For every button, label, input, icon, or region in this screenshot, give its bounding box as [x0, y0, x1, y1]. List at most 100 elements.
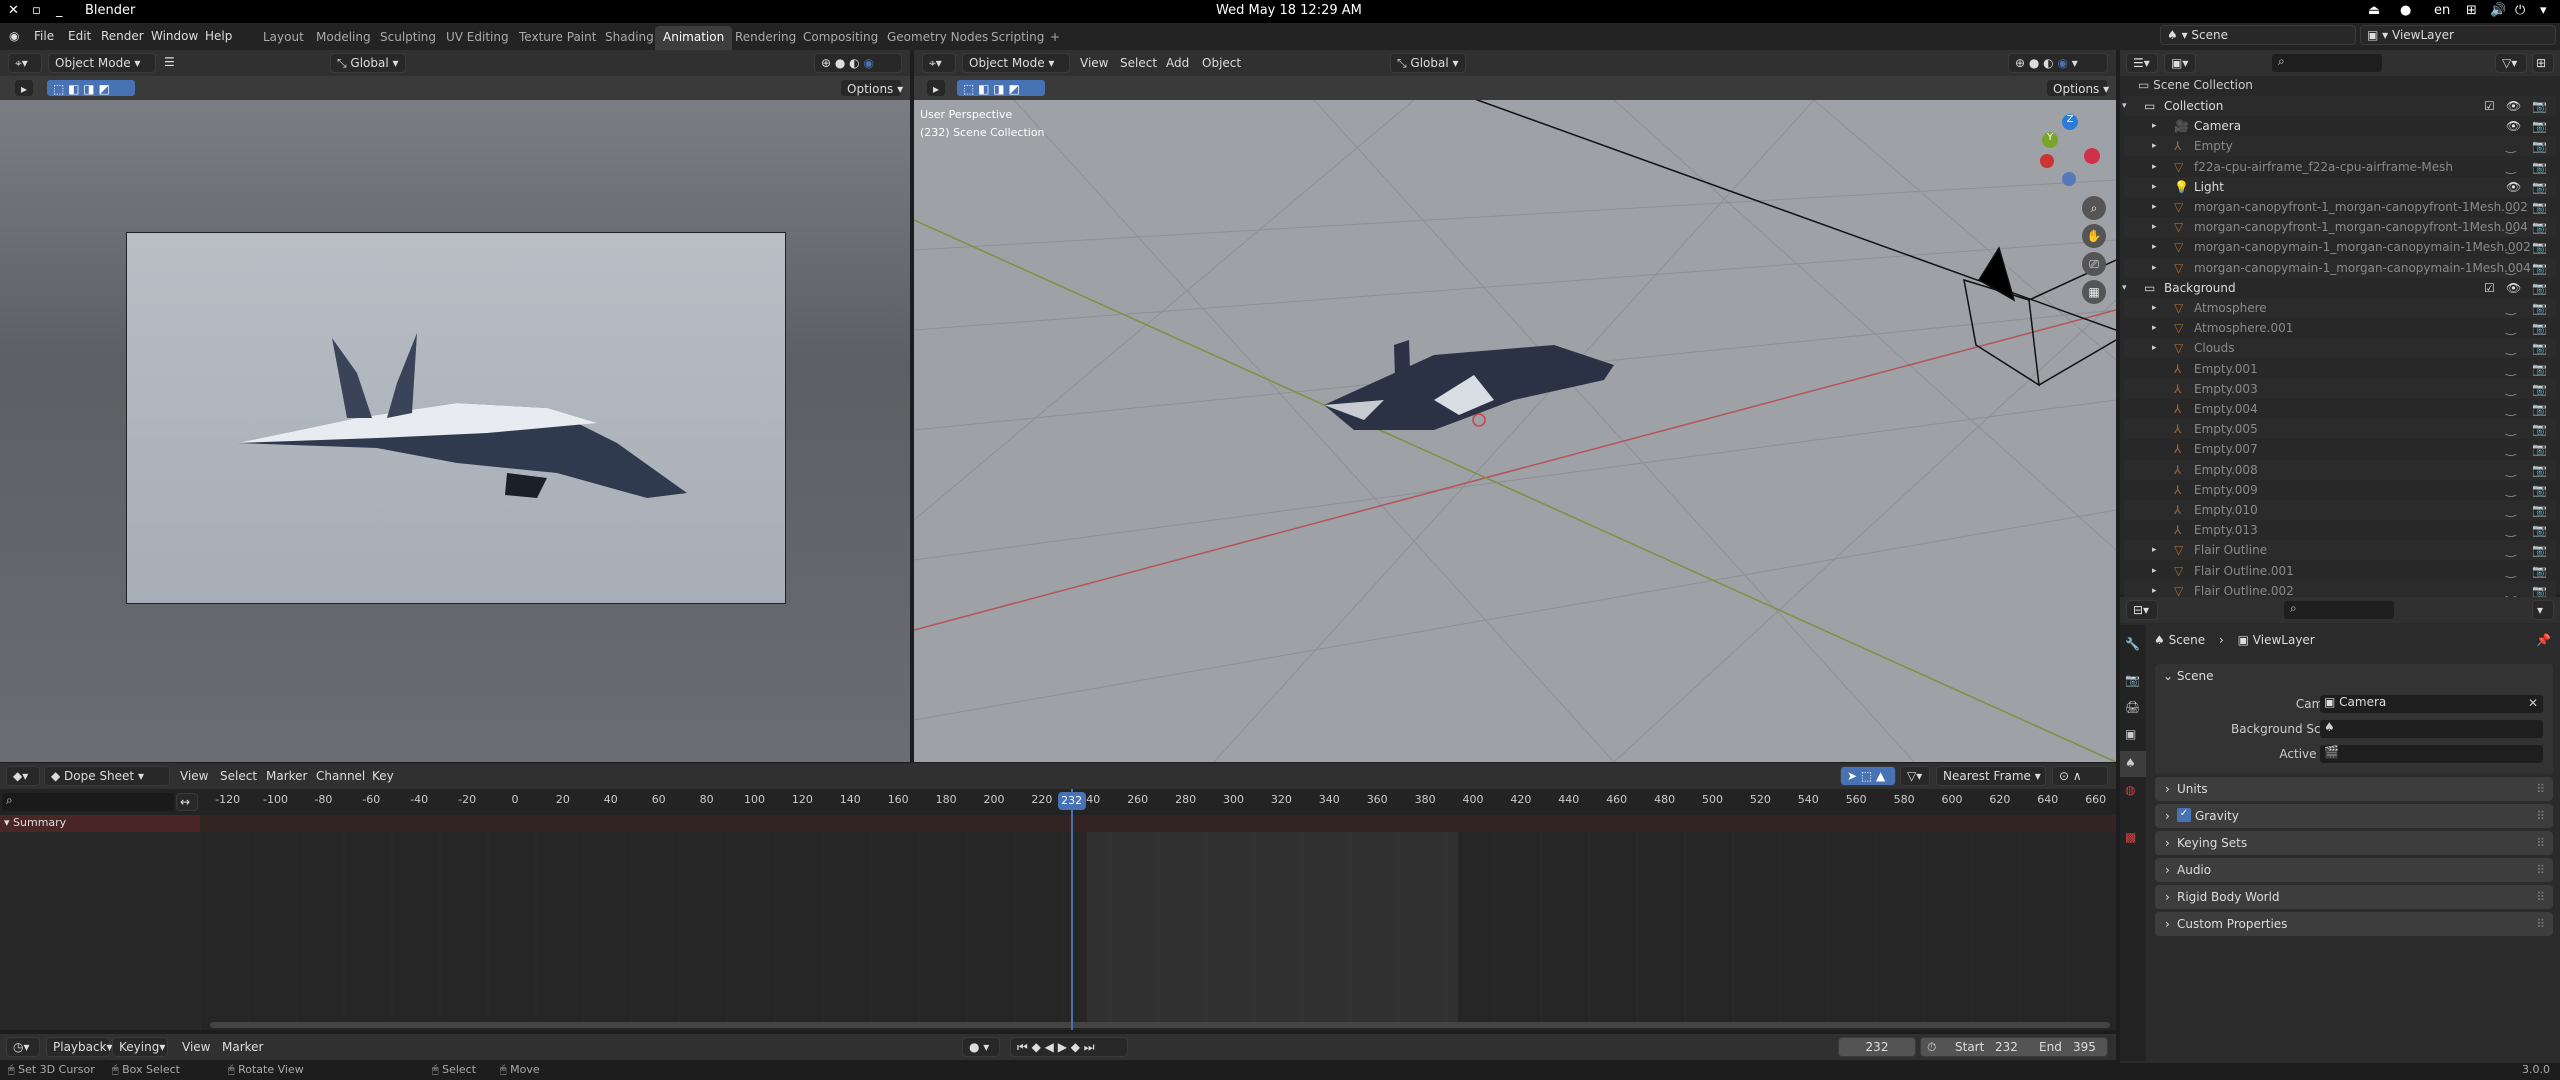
- render-camera-icon[interactable]: 📷: [2532, 564, 2547, 578]
- expand-arrow-icon[interactable]: ▸: [2152, 323, 2157, 333]
- blender-logo-icon[interactable]: ◉: [9, 29, 19, 43]
- render-camera-icon[interactable]: 📷: [2532, 523, 2547, 537]
- panel-custom-properties[interactable]: › Custom Properties ⠿: [2155, 912, 2553, 936]
- properties-search-input[interactable]: ⌕: [2284, 601, 2394, 619]
- navigation-gizmo[interactable]: Z Y: [2034, 110, 2104, 190]
- 3d-viewport[interactable]: User Perspective (232) Scene Collection …: [914, 100, 2116, 762]
- gizmo-x-negative[interactable]: [2084, 148, 2100, 164]
- tab-animation[interactable]: Animation: [655, 26, 733, 50]
- outliner-row[interactable]: ▸ 🎥 Camera 👁 📷: [2124, 116, 2556, 136]
- volume-icon[interactable]: 🔊: [2490, 3, 2506, 18]
- frame-ruler[interactable]: -120 -100 -80 -60 -40 -20 0 20 40 60 80 100 120 140 16…: [200, 789, 2116, 815]
- hidden-eye-icon[interactable]: ‿: [2506, 422, 2516, 436]
- drag-handle-icon[interactable]: ⠿: [2536, 863, 2545, 877]
- expand-arrow-icon[interactable]: ▸: [2152, 121, 2157, 131]
- menu-help[interactable]: Help: [205, 29, 232, 43]
- zoom-icon[interactable]: ⌕: [2082, 196, 2106, 220]
- expand-arrow-icon[interactable]: ▸: [2152, 303, 2157, 313]
- hidden-eye-icon[interactable]: ‿: [2506, 261, 2516, 275]
- keying-dropdown[interactable]: Keying▾: [112, 1037, 168, 1057]
- frame-range[interactable]: ⏱ Start 232 End 395: [1920, 1037, 2108, 1057]
- scene-collection-row[interactable]: ▭ Scene Collection: [2138, 78, 2253, 92]
- render-camera-icon[interactable]: 📷: [2532, 402, 2547, 416]
- editor-type-icon[interactable]: ◆▾: [6, 766, 40, 786]
- eye-icon[interactable]: 👁: [2506, 99, 2521, 113]
- shading-buttons[interactable]: ⊕ ● ◐ ◉ ▾: [2008, 53, 2108, 73]
- view-layer-icon[interactable]: ▣▾: [2164, 53, 2196, 73]
- hidden-eye-icon[interactable]: ‿: [2506, 160, 2516, 174]
- render-camera-icon[interactable]: 📷: [2532, 584, 2547, 598]
- outliner-search-input[interactable]: ⌕: [2272, 54, 2382, 72]
- render-camera-icon[interactable]: 📷: [2532, 220, 2547, 234]
- view-layer-tab-icon[interactable]: ▣: [2125, 727, 2136, 741]
- options-button[interactable]: Options ▾: [2046, 79, 2109, 97]
- options-button[interactable]: Options ▾: [840, 79, 903, 97]
- panel-audio[interactable]: › Audio ⠿: [2155, 858, 2553, 882]
- outliner-row[interactable]: ▸ ⅄ Empty ‿ 📷: [2124, 136, 2556, 157]
- panel-keying-sets[interactable]: › Keying Sets ⠿: [2155, 831, 2553, 855]
- outliner-row[interactable]: ▸ ▽ morgan-canopymain-1_morgan-canopymain-…: [2124, 237, 2556, 257]
- tool-toggle[interactable]: ▸: [14, 79, 34, 97]
- expand-arrow-icon[interactable]: ▸: [2152, 202, 2157, 212]
- render-camera-icon[interactable]: 📷: [2532, 543, 2547, 557]
- outliner-row[interactable]: ▾ ▭ Collection ☑ 👁 📷: [2122, 96, 2556, 116]
- hamburger-menu-icon[interactable]: ☰: [164, 55, 175, 69]
- outliner-row[interactable]: ⅄ Empty.007 ‿ 📷: [2124, 439, 2556, 459]
- outliner-row[interactable]: ▸ ▽ Flair Outline ‿ 📷: [2124, 540, 2556, 561]
- display-mode-icon[interactable]: ☰▾: [2126, 53, 2158, 73]
- menu-window[interactable]: Window: [151, 29, 198, 43]
- shading-buttons[interactable]: ⊕ ● ◐ ◉: [814, 53, 902, 73]
- outliner-row[interactable]: ⅄ Empty.004 ‿ 📷: [2124, 399, 2556, 419]
- render-camera-icon[interactable]: 📷: [2532, 301, 2547, 315]
- drag-handle-icon[interactable]: ⠿: [2536, 917, 2545, 931]
- playhead[interactable]: 232: [1057, 789, 1086, 1030]
- camera-viewport[interactable]: [0, 100, 910, 762]
- expand-arrow-icon[interactable]: ▸: [2152, 545, 2157, 555]
- menu-view[interactable]: View: [182, 1040, 210, 1054]
- render-camera-icon[interactable]: 📷: [2532, 200, 2547, 214]
- options-chevron[interactable]: ▾: [2532, 600, 2554, 620]
- network-icon[interactable]: ⊞: [2466, 3, 2477, 18]
- filter-icon[interactable]: ▽▾: [2495, 53, 2527, 73]
- gizmo-z-negative[interactable]: [2062, 172, 2076, 186]
- outliner-row[interactable]: ▸ ▽ morgan-canopyfront-1_morgan-canopyfron…: [2124, 197, 2556, 217]
- expand-arrow-icon[interactable]: ▸: [2152, 222, 2157, 232]
- hidden-eye-icon[interactable]: ‿: [2506, 200, 2516, 214]
- gizmo-z[interactable]: Z: [2062, 114, 2078, 130]
- outliner-row[interactable]: ▸ 💡 Light 👁 📷: [2124, 176, 2556, 197]
- close-icon[interactable]: ✕: [8, 3, 19, 18]
- menu-marker[interactable]: Marker: [222, 1040, 263, 1054]
- pan-hand-icon[interactable]: ✋: [2082, 224, 2106, 248]
- outliner-row[interactable]: ⅄ Empty.013 ‿ 📷: [2124, 520, 2556, 540]
- background-scene-field[interactable]: ♠: [2320, 720, 2543, 738]
- eye-icon[interactable]: 👁: [2506, 180, 2521, 194]
- gizmo-y[interactable]: Y: [2042, 132, 2058, 148]
- outliner-row[interactable]: ▸ ▽ f22a-cpu-airframe_f22a-cpu-airframe-Me…: [2124, 157, 2556, 177]
- render-camera-icon[interactable]: 📷: [2532, 442, 2547, 456]
- disc-icon[interactable]: ●: [2400, 3, 2411, 18]
- auto-keying-toggle[interactable]: ● ▾: [962, 1037, 1000, 1057]
- expand-arrow-icon[interactable]: ▸: [2152, 566, 2157, 576]
- keyframe-area[interactable]: [200, 832, 2116, 1030]
- panel-rigid-body-world[interactable]: › Rigid Body World ⠿: [2155, 885, 2553, 909]
- tab-layout[interactable]: Layout: [255, 26, 312, 50]
- scene-selector[interactable]: ♠ ▾ Scene: [2160, 25, 2356, 45]
- current-frame-indicator[interactable]: 232: [1057, 792, 1086, 810]
- render-camera-icon[interactable]: 📷: [2532, 341, 2547, 355]
- outliner-row[interactable]: ⅄ Empty.010 ‿ 📷: [2124, 500, 2556, 520]
- menu-object[interactable]: Object: [1202, 56, 1241, 70]
- drag-handle-icon[interactable]: ⠿: [2536, 890, 2545, 904]
- hidden-eye-icon[interactable]: ‿: [2506, 362, 2516, 376]
- tab-rendering[interactable]: Rendering: [727, 26, 804, 50]
- drag-handle-icon[interactable]: ⠿: [2536, 836, 2545, 850]
- render-camera-icon[interactable]: 📷: [2532, 463, 2547, 477]
- expand-arrow-icon[interactable]: ▾: [2122, 101, 2127, 111]
- language-indicator[interactable]: en: [2434, 3, 2450, 18]
- snap-dropdown[interactable]: Nearest Frame ▾: [1936, 766, 2046, 786]
- hidden-eye-icon[interactable]: ‿: [2506, 483, 2516, 497]
- outliner-row[interactable]: ⅄ Empty.009 ‿ 📷: [2124, 480, 2556, 500]
- outliner-row[interactable]: ▸ ▽ Flair Outline.001 ‿ 📷: [2124, 561, 2556, 581]
- tool-tab-icon[interactable]: 🔧: [2125, 637, 2140, 651]
- minimize-icon[interactable]: _: [56, 3, 63, 18]
- hidden-eye-icon[interactable]: ‿: [2506, 543, 2516, 557]
